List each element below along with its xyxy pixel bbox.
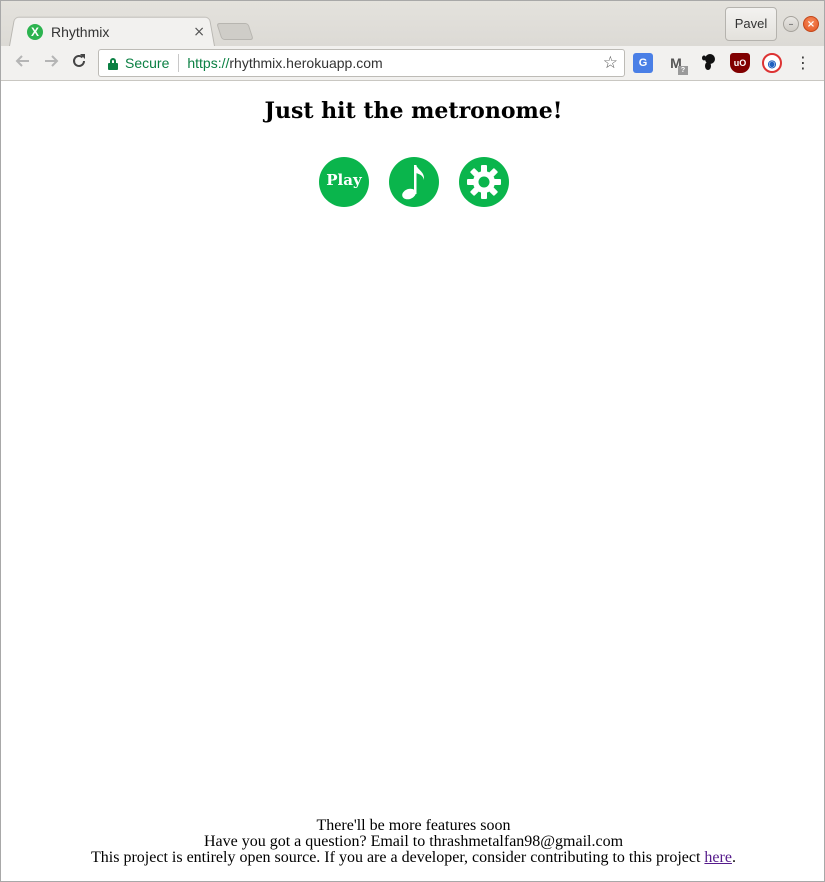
browser-toolbar: Secure https://rhythmix.herokuapp.com ☆ … [1, 46, 824, 81]
url-text[interactable]: https://rhythmix.herokuapp.com [187, 55, 382, 71]
music-note-icon [402, 165, 425, 200]
menu-kebab-icon[interactable]: ⋮ [795, 53, 811, 73]
metronome-controls: Play [319, 157, 509, 207]
browser-window: X Rhythmix × Pavel – × Secure https://rh… [0, 0, 825, 882]
close-window-button[interactable]: × [803, 16, 819, 32]
security-label: Secure [125, 55, 170, 71]
reload-icon[interactable] [68, 52, 90, 74]
bookmark-star-icon[interactable]: ☆ [603, 53, 618, 73]
forward-arrow-icon[interactable] [40, 52, 62, 74]
play-button[interactable]: Play [319, 157, 369, 207]
page-footer: There'll be more features soon Have you … [5, 818, 822, 866]
grid-extension-icon[interactable]: ◉ [762, 53, 782, 73]
ublock-icon[interactable]: uO [730, 53, 750, 73]
settings-button[interactable] [459, 157, 509, 207]
minimize-window-button[interactable]: – [783, 16, 799, 32]
new-tab-button[interactable] [216, 23, 254, 40]
gear-icon [467, 165, 501, 199]
back-arrow-icon[interactable] [12, 52, 34, 74]
google-translate-icon[interactable]: G [633, 53, 653, 73]
play-label: Play [326, 171, 362, 189]
footer-contact-email: Have you got a question? Email to thrash… [203, 833, 624, 850]
gmail-checker-icon[interactable]: M? [666, 53, 688, 75]
active-tab-content[interactable]: X Rhythmix × [27, 18, 213, 46]
rhythmix-favicon-icon: X [27, 24, 43, 40]
tab-strip: X Rhythmix × Pavel – × [1, 1, 824, 46]
tab-close-icon[interactable]: × [193, 24, 205, 40]
footer-features-note: There'll be more features soon [316, 817, 511, 834]
page-title: Just hit the metronome! [264, 98, 563, 124]
tab-title: Rhythmix [51, 24, 110, 40]
footer-open-source-note: This project is entirely open source. If… [91, 849, 736, 866]
sound-button[interactable] [389, 157, 439, 207]
page-content: Just hit the metronome! Play There'll be… [5, 82, 822, 879]
gnome-icon[interactable] [698, 53, 718, 73]
contribute-here-link[interactable]: here [704, 849, 732, 866]
profile-button[interactable]: Pavel [725, 7, 777, 41]
address-bar[interactable]: Secure https://rhythmix.herokuapp.com ☆ [98, 49, 625, 77]
lock-icon [108, 57, 118, 70]
address-separator [178, 54, 180, 72]
